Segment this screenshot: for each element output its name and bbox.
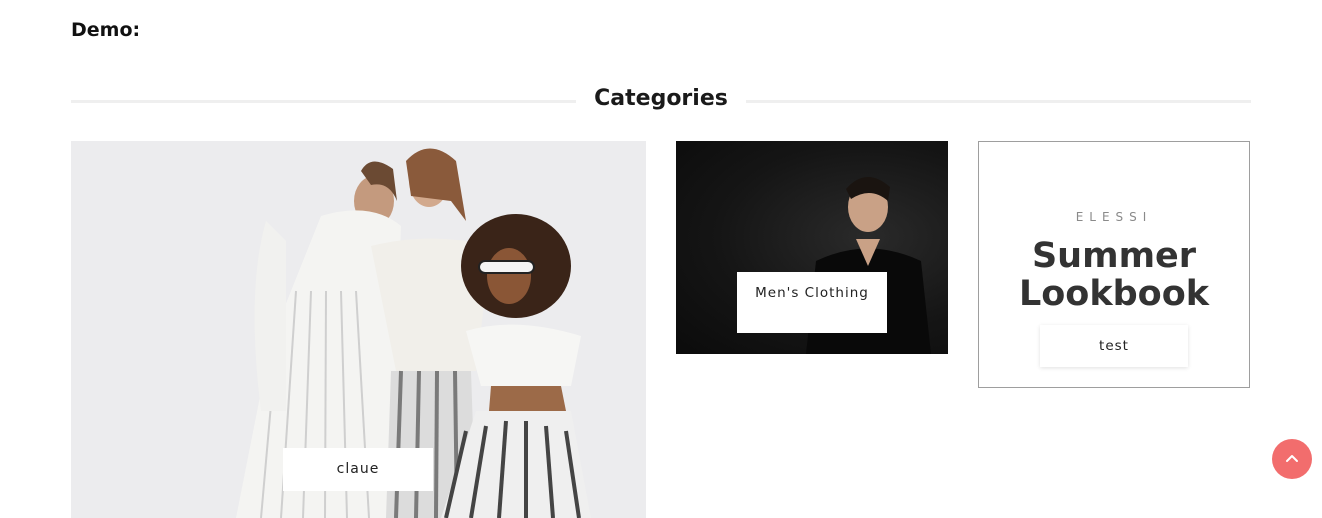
lookbook-title-line2: Lookbook <box>1018 274 1210 314</box>
category-card-claue[interactable]: claue <box>71 141 646 518</box>
chevron-up-icon <box>1286 455 1298 462</box>
lookbook-title: Summer Lookbook <box>979 237 1249 313</box>
lookbook-brand: ELESSI <box>1075 210 1153 224</box>
section-title: Categories <box>594 86 728 111</box>
lookbook-title-line1: Summer <box>1031 236 1197 276</box>
divider-right <box>746 100 1251 103</box>
categories-header: Categories <box>71 84 1251 118</box>
category-button-mens-clothing[interactable]: Men's Clothing <box>737 272 887 333</box>
scroll-to-top-button[interactable] <box>1272 439 1312 479</box>
category-card-lookbook[interactable]: ELESSI Summer Lookbook test <box>978 141 1250 388</box>
category-card-mens-clothing[interactable]: Men's Clothing <box>676 141 948 354</box>
category-button-claue[interactable]: claue <box>283 448 433 491</box>
demo-label: Demo: <box>71 19 141 41</box>
category-button-test[interactable]: test <box>1040 325 1188 367</box>
